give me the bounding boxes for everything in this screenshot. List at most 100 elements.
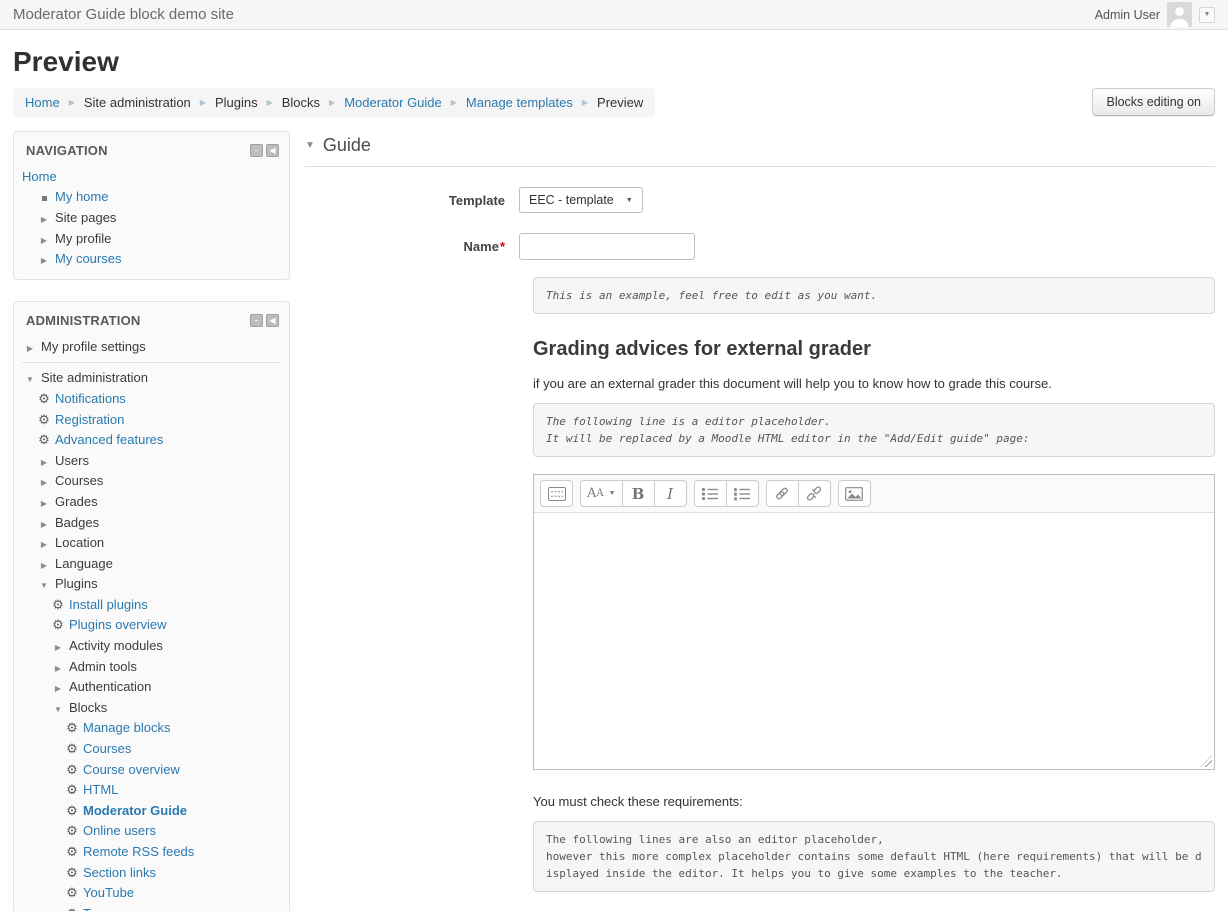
expand-arrow-icon: ▶	[36, 474, 52, 487]
breadcrumb-item[interactable]: Manage templates	[466, 95, 573, 110]
gear-icon: ⚙	[64, 845, 80, 858]
tree-item-my-courses[interactable]: ▶My courses	[14, 248, 289, 269]
chevron-down-icon[interactable]: ▼	[1199, 7, 1215, 23]
user-avatar[interactable]	[1167, 2, 1192, 27]
tree-item-users[interactable]: ▶Users	[14, 450, 289, 471]
tree-item-my-home[interactable]: My home	[14, 187, 289, 208]
tree-item-registration[interactable]: ⚙Registration	[14, 409, 289, 430]
tree-item-label: Courses	[83, 741, 131, 756]
breadcrumb-item[interactable]: Home	[25, 95, 60, 110]
tree-item-my-profile-settings[interactable]: ▶My profile settings	[14, 336, 289, 357]
tree-item-label: Section links	[83, 865, 156, 880]
gear-icon: ⚙	[64, 907, 80, 911]
breadcrumb: Home▶Site administration▶Plugins▶Blocks▶…	[13, 88, 655, 117]
tree-item-label: My courses	[55, 251, 121, 266]
tree-item-plugins-overview[interactable]: ⚙Plugins overview	[14, 615, 289, 636]
requirements-text: You must check these requirements:	[533, 794, 1215, 809]
tree-item-youtube[interactable]: ⚙YouTube	[14, 882, 289, 903]
gear-icon: ⚙	[50, 618, 66, 631]
collapse-toolbar-icon	[548, 487, 566, 501]
breadcrumb-item[interactable]: Moderator Guide	[344, 95, 442, 110]
tree-item-label: Site administration	[41, 370, 148, 385]
guide-intro-text: if you are an external grader this docum…	[533, 376, 1215, 391]
tree-item-authentication[interactable]: ▶Authentication	[14, 676, 289, 697]
tree-item-label: My profile	[55, 231, 111, 246]
tree-item-my-profile[interactable]: ▶My profile	[14, 228, 289, 249]
site-name: Moderator Guide block demo site	[13, 6, 234, 23]
ordered-list-icon	[733, 487, 751, 501]
tree-item-location[interactable]: ▶Location	[14, 532, 289, 553]
administration-block: ADMINISTRATION − ◀ ▶My profile settings▼…	[13, 301, 290, 911]
tree-item-course-overview[interactable]: ⚙Course overview	[14, 759, 289, 780]
tree-item-activity-modules[interactable]: ▶Activity modules	[14, 635, 289, 656]
collapse-arrow-icon: ▼	[50, 701, 66, 714]
gear-icon: ⚙	[64, 742, 80, 755]
tree-item-courses[interactable]: ⚙Courses	[14, 738, 289, 759]
link-button[interactable]	[766, 480, 799, 507]
gear-icon: ⚙	[64, 804, 80, 817]
tree-item-tags[interactable]: ⚙Tags	[14, 903, 289, 911]
tree-item-label: Course overview	[83, 762, 180, 777]
image-button[interactable]	[838, 480, 871, 507]
tree-item-install-plugins[interactable]: ⚙Install plugins	[14, 594, 289, 615]
tree-item-grades[interactable]: ▶Grades	[14, 491, 289, 512]
resize-handle[interactable]	[1200, 755, 1212, 767]
dock-block-icon[interactable]: ◀	[266, 314, 279, 327]
tree-item-site-administration[interactable]: ▼Site administration	[14, 368, 289, 389]
tree-item-section-links[interactable]: ⚙Section links	[14, 862, 289, 883]
dock-block-icon[interactable]: ◀	[266, 144, 279, 157]
expand-arrow-icon: ▶	[36, 211, 52, 224]
tree-item-manage-blocks[interactable]: ⚙Manage blocks	[14, 718, 289, 739]
toolbar-button-group	[838, 480, 871, 507]
breadcrumb-item: Site administration	[84, 95, 191, 110]
tree-item-label: Admin tools	[69, 659, 137, 674]
expand-arrow-icon: ▶	[36, 454, 52, 467]
tree-item-admin-tools[interactable]: ▶Admin tools	[14, 656, 289, 677]
tree-item-plugins[interactable]: ▼Plugins	[14, 574, 289, 595]
bold-button[interactable]: B	[622, 480, 655, 507]
user-menu[interactable]: Admin User ▼	[1095, 2, 1215, 27]
breadcrumb-item: Blocks	[282, 95, 320, 110]
gear-icon: ⚙	[50, 598, 66, 611]
section-collapse-icon[interactable]: ▼	[305, 140, 315, 151]
page-title: Preview	[13, 46, 1215, 78]
guide-section-header[interactable]: ▼ Guide	[305, 135, 1215, 167]
tree-item-remote-rss-feeds[interactable]: ⚙Remote RSS feeds	[14, 841, 289, 862]
tree-item-advanced-features[interactable]: ⚙Advanced features	[14, 429, 289, 450]
unordered-list-button[interactable]	[694, 480, 727, 507]
tree-item-home[interactable]: Home	[14, 166, 289, 187]
navigation-block: NAVIGATION − ◀ HomeMy home▶Site pages▶My…	[13, 131, 290, 280]
tree-item-language[interactable]: ▶Language	[14, 553, 289, 574]
collapse-toolbar-button[interactable]	[540, 480, 573, 507]
tree-item-notifications[interactable]: ⚙Notifications	[14, 388, 289, 409]
ordered-list-button[interactable]	[726, 480, 759, 507]
template-select[interactable]: EEC - template ▼	[519, 187, 643, 213]
unlink-button[interactable]	[798, 480, 831, 507]
collapse-arrow-icon: ▼	[36, 577, 52, 590]
tree-item-online-users[interactable]: ⚙Online users	[14, 821, 289, 842]
main-content: ▼ Guide Template EEC - template ▼ Name* …	[305, 131, 1215, 911]
moodle-page: Moderator Guide block demo site Admin Us…	[0, 0, 1228, 911]
tree-item-courses[interactable]: ▶Courses	[14, 471, 289, 492]
breadcrumb-separator-icon: ▶	[329, 98, 335, 107]
tree-item-blocks[interactable]: ▼Blocks	[14, 697, 289, 718]
expand-arrow-icon: ▶	[36, 557, 52, 570]
toolbar-button-group	[766, 480, 831, 507]
blocks-editing-on-button[interactable]: Blocks editing on	[1092, 88, 1215, 116]
user-name[interactable]: Admin User	[1095, 8, 1160, 22]
breadcrumb-item: Plugins	[215, 95, 258, 110]
name-input[interactable]	[519, 233, 695, 260]
font-style-button[interactable]: AA▼	[580, 480, 623, 507]
collapse-block-icon[interactable]: −	[250, 314, 263, 327]
tree-item-site-pages[interactable]: ▶Site pages	[14, 207, 289, 228]
breadcrumb-item: Preview	[597, 95, 643, 110]
template-selected-value: EEC - template	[529, 193, 614, 207]
tree-item-html[interactable]: ⚙HTML	[14, 779, 289, 800]
tree-item-moderator-guide[interactable]: ⚙Moderator Guide	[14, 800, 289, 821]
editor-content-area[interactable]	[534, 513, 1214, 769]
italic-button[interactable]: I	[654, 480, 687, 507]
tree-item-badges[interactable]: ▶Badges	[14, 512, 289, 533]
collapse-arrow-icon: ▼	[22, 371, 38, 384]
collapse-block-icon[interactable]: −	[250, 144, 263, 157]
navigation-tree: HomeMy home▶Site pages▶My profile▶My cou…	[14, 166, 289, 269]
